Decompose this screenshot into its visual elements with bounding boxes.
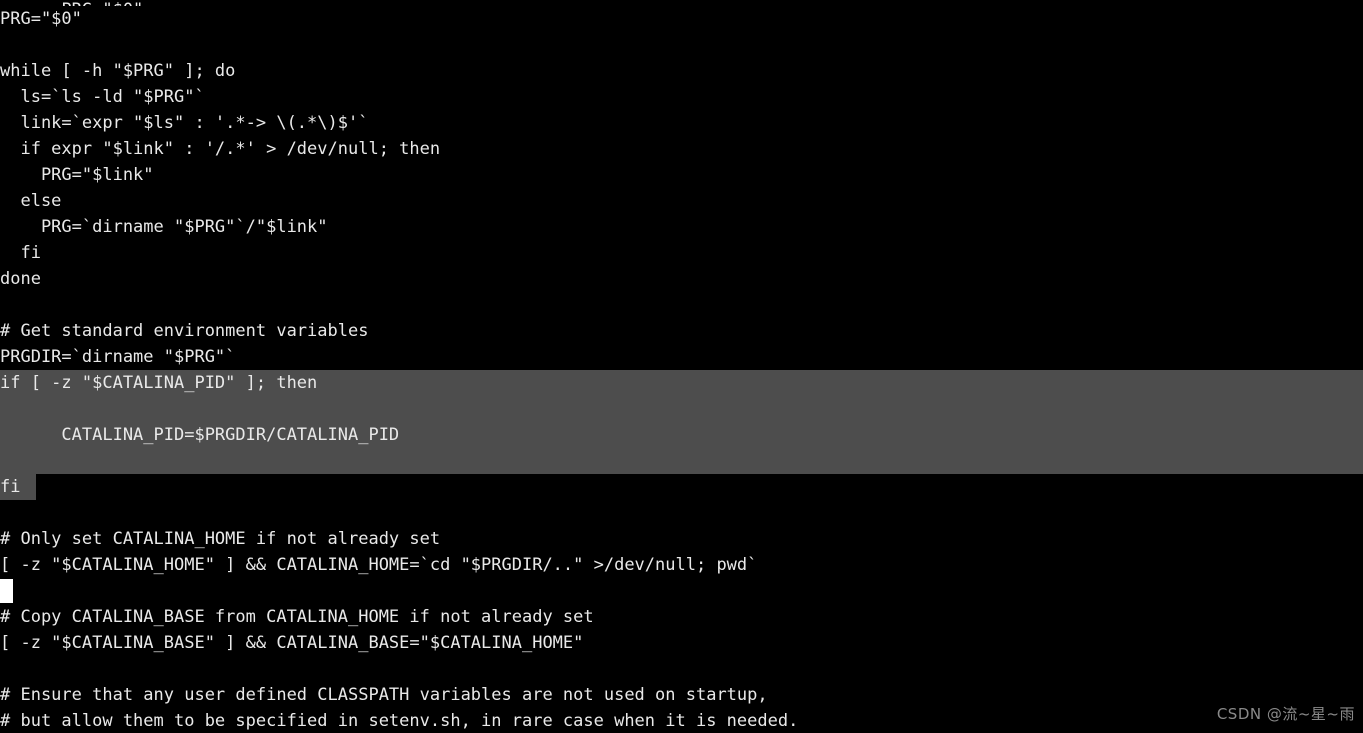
terminal-line-text: link=`expr "$ls" : '.*-> \(.*\)$'` <box>0 113 369 133</box>
terminal-line-text: # Only set CATALINA_HOME if not already … <box>0 529 441 549</box>
terminal-screen[interactable]: PRG="$0"PRG="$0"while [ -h "$PRG" ]; do … <box>0 0 1363 733</box>
terminal-line <box>0 578 1363 604</box>
terminal-line: link=`expr "$ls" : '.*-> \(.*\)$'` <box>0 110 1363 136</box>
terminal-line: PRG="$0" <box>0 6 1363 32</box>
terminal-line-text: if expr "$link" : '/.*' > /dev/null; the… <box>0 139 441 159</box>
terminal-line-text: else <box>0 191 62 211</box>
terminal-line: # Only set CATALINA_HOME if not already … <box>0 526 1363 552</box>
terminal-line: while [ -h "$PRG" ]; do <box>0 58 1363 84</box>
terminal-line: PRG="$link" <box>0 162 1363 188</box>
terminal-line-text: [ -z "$CATALINA_HOME" ] && CATALINA_HOME… <box>0 555 758 575</box>
terminal-line-text: done <box>0 269 41 289</box>
terminal-line: [ -z "$CATALINA_HOME" ] && CATALINA_HOME… <box>0 552 1363 578</box>
terminal-line-text: ls=`ls -ld "$PRG"` <box>0 87 205 107</box>
terminal-line-text: PRG=`dirname "$PRG"`/"$link" <box>0 217 328 237</box>
terminal-line-text: [ -z "$CATALINA_BASE" ] && CATALINA_BASE… <box>0 633 584 653</box>
terminal-line: [ -z "$CATALINA_BASE" ] && CATALINA_BASE… <box>0 630 1363 656</box>
terminal-line: done <box>0 266 1363 292</box>
terminal-line-selected[interactable]: if [ -z "$CATALINA_PID" ]; then <box>0 370 1363 396</box>
terminal-line-text: # Get standard environment variables <box>0 321 369 341</box>
terminal-line-text: PRG="$0" <box>0 9 82 29</box>
terminal-line: # but allow them to be specified in sete… <box>0 708 1363 733</box>
terminal-line: # Get standard environment variables <box>0 318 1363 344</box>
terminal-line: ls=`ls -ld "$PRG"` <box>0 84 1363 110</box>
terminal-line-text: PRGDIR=`dirname "$PRG"` <box>0 347 236 367</box>
terminal-line: # Ensure that any user defined CLASSPATH… <box>0 682 1363 708</box>
terminal-line: else <box>0 188 1363 214</box>
terminal-line-text: # Ensure that any user defined CLASSPATH… <box>0 685 768 705</box>
terminal-line-text: while [ -h "$PRG" ]; do <box>0 61 236 81</box>
csdn-watermark: CSDN @流~星~雨 <box>1216 705 1355 723</box>
terminal-line-text: if [ -z "$CATALINA_PID" ]; then <box>0 373 318 393</box>
terminal-line-text: PRG="$link" <box>0 165 154 185</box>
terminal-line-text: fi <box>0 243 41 263</box>
terminal-line-text: # but allow them to be specified in sete… <box>0 711 799 731</box>
terminal-window[interactable]: PRG="$0"PRG="$0"while [ -h "$PRG" ]; do … <box>0 0 1363 733</box>
terminal-line: fi <box>0 474 1363 500</box>
terminal-line: PRG=`dirname "$PRG"`/"$link" <box>0 214 1363 240</box>
terminal-line: fi <box>0 240 1363 266</box>
terminal-line-selected[interactable]: CATALINA_PID=$PRGDIR/CATALINA_PID <box>0 422 1363 448</box>
terminal-line: # Copy CATALINA_BASE from CATALINA_HOME … <box>0 604 1363 630</box>
terminal-line: if expr "$link" : '/.*' > /dev/null; the… <box>0 136 1363 162</box>
terminal-line-text: # Copy CATALINA_BASE from CATALINA_HOME … <box>0 607 594 627</box>
terminal-line: PRGDIR=`dirname "$PRG"` <box>0 344 1363 370</box>
terminal-selection-fragment[interactable]: fi <box>0 474 37 500</box>
terminal-line-text: CATALINA_PID=$PRGDIR/CATALINA_PID <box>0 425 400 445</box>
text-cursor <box>0 579 13 603</box>
terminal-line-selected[interactable] <box>0 448 1363 474</box>
terminal-line-selected[interactable] <box>0 396 1363 422</box>
